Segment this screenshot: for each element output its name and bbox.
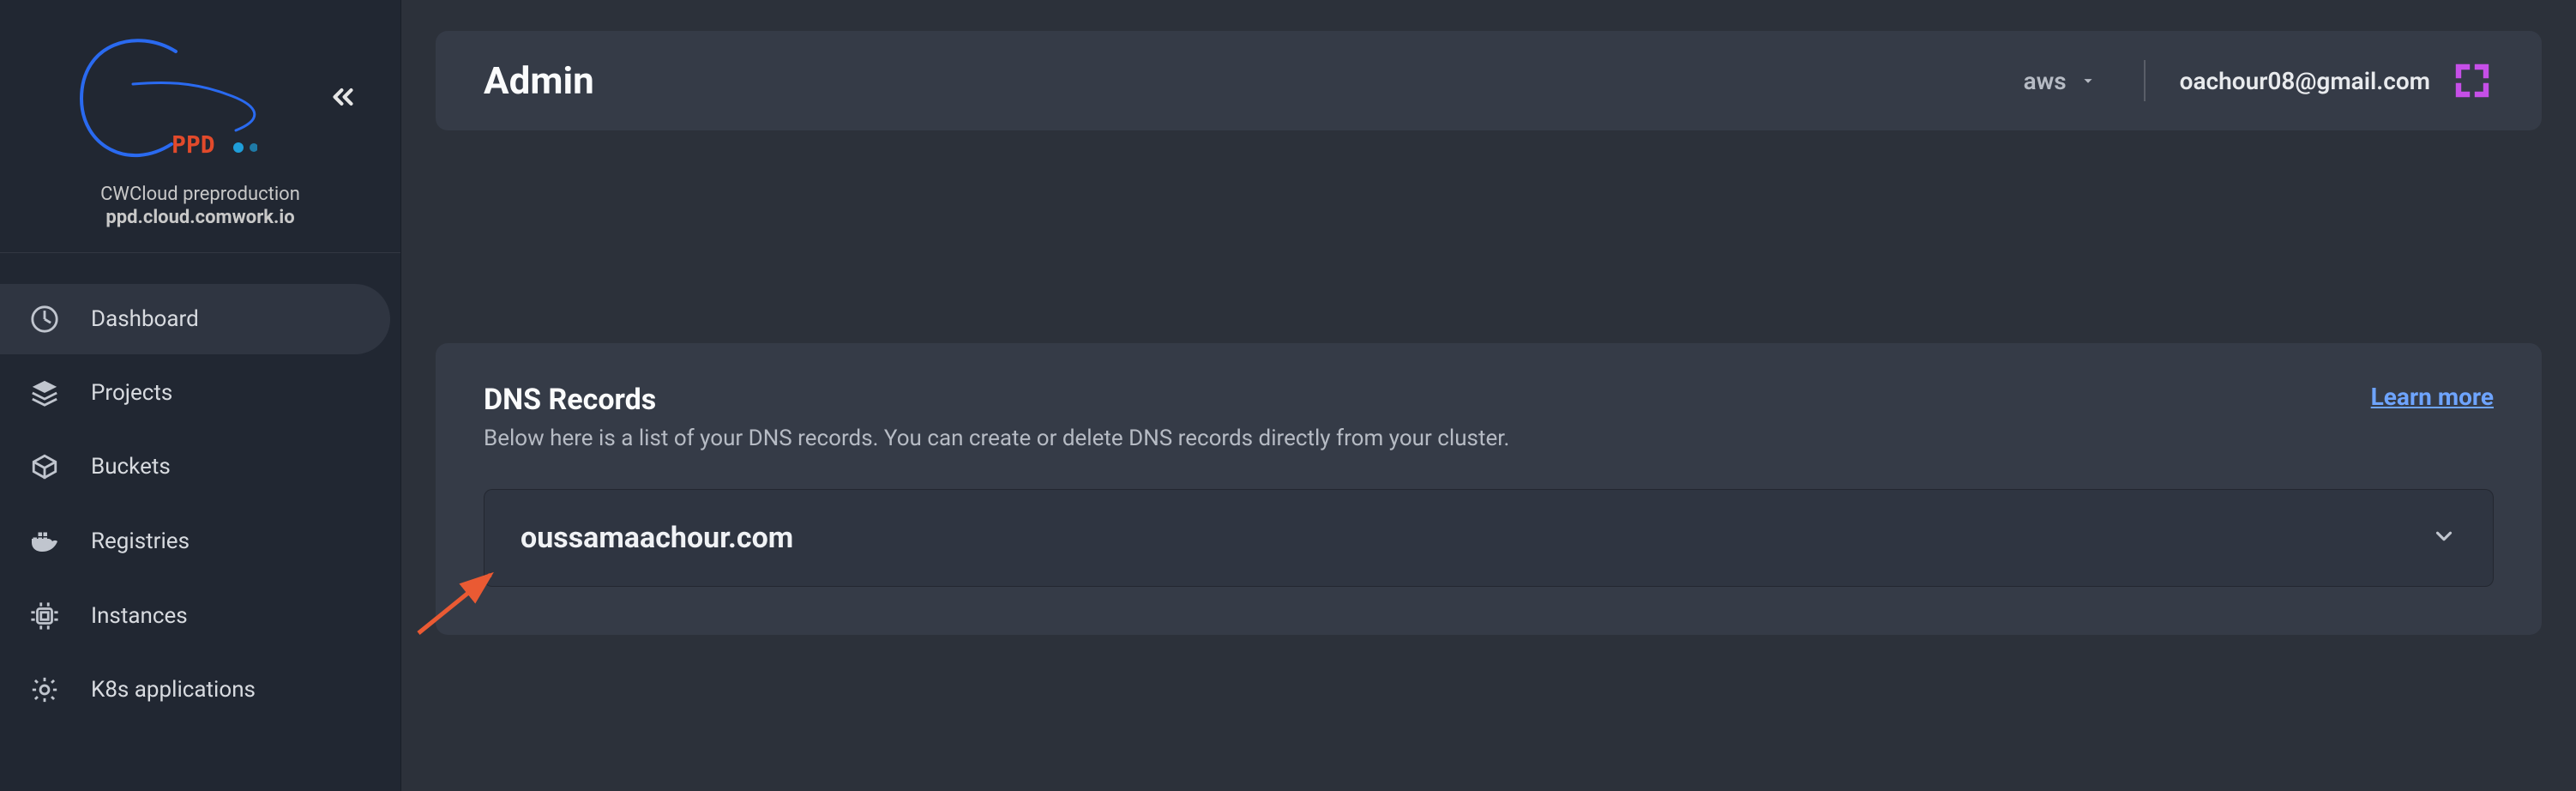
sidebar-item-projects[interactable]: Projects bbox=[0, 358, 390, 428]
env-info: CWCloud preproduction ppd.cloud.comwork.… bbox=[0, 184, 400, 252]
fullscreen-icon[interactable] bbox=[2451, 59, 2494, 102]
dns-zone-accordion[interactable]: oussamaachour.com bbox=[484, 489, 2494, 587]
sidebar-item-k8s-applications[interactable]: K8s applications bbox=[0, 655, 390, 725]
caret-down-icon bbox=[2079, 71, 2098, 90]
panel-title: DNS Records bbox=[484, 383, 1509, 417]
chip-icon bbox=[29, 601, 60, 631]
sidebar-item-label: Registries bbox=[91, 528, 190, 554]
dns-zone-name: oussamaachour.com bbox=[521, 521, 793, 555]
layers-icon bbox=[29, 378, 60, 408]
sidebar-item-label: Dashboard bbox=[91, 306, 199, 332]
topbar-right: aws oachour08@gmail.com bbox=[2012, 58, 2494, 104]
env-title: CWCloud preproduction bbox=[17, 184, 383, 205]
comwork-logo: PPD bbox=[34, 34, 257, 163]
sidebar-top: PPD bbox=[0, 0, 400, 184]
sidebar-item-dashboard[interactable]: Dashboard bbox=[0, 284, 390, 354]
sidebar-item-label: Projects bbox=[91, 380, 172, 406]
dashboard-icon bbox=[29, 305, 60, 334]
docker-icon bbox=[29, 526, 60, 557]
user-email: oachour08@gmail.com bbox=[2180, 67, 2430, 95]
cloud-provider-selector[interactable]: aws bbox=[2012, 58, 2110, 104]
sidebar-item-label: Buckets bbox=[91, 454, 171, 480]
learn-more-link[interactable]: Learn more bbox=[2371, 383, 2494, 411]
sidebar: PPD CWCloud preproduction ppd.cloud.comw… bbox=[0, 0, 401, 791]
sidebar-collapse-button[interactable] bbox=[320, 74, 366, 124]
sidebar-item-registries[interactable]: Registries bbox=[0, 505, 390, 577]
chevrons-left-icon bbox=[327, 81, 359, 113]
main: Admin aws oachour08@gmail.com DNS Record… bbox=[401, 0, 2576, 791]
sidebar-nav: Dashboard Projects Buckets Registries In bbox=[0, 253, 400, 725]
logo[interactable]: PPD bbox=[34, 34, 257, 163]
topbar-divider bbox=[2144, 60, 2146, 101]
svg-text:PPD: PPD bbox=[172, 130, 215, 159]
panel-subtitle: Below here is a list of your DNS records… bbox=[484, 426, 1509, 451]
topbar: Admin aws oachour08@gmail.com bbox=[436, 31, 2542, 130]
sidebar-item-instances[interactable]: Instances bbox=[0, 581, 390, 651]
panel-header: DNS Records Below here is a list of your… bbox=[484, 383, 2494, 451]
gear-icon bbox=[29, 675, 60, 704]
user-block[interactable]: oachour08@gmail.com bbox=[2180, 59, 2494, 102]
chevron-down-icon bbox=[2431, 523, 2457, 552]
panel-titleblock: DNS Records Below here is a list of your… bbox=[484, 383, 1509, 451]
sidebar-item-label: Instances bbox=[91, 603, 188, 629]
dns-records-panel: DNS Records Below here is a list of your… bbox=[436, 343, 2542, 635]
sidebar-item-label: K8s applications bbox=[91, 677, 256, 703]
env-host: ppd.cloud.comwork.io bbox=[17, 207, 383, 228]
sidebar-item-buckets[interactable]: Buckets bbox=[0, 432, 390, 502]
page-title: Admin bbox=[484, 58, 594, 103]
cloud-provider-label: aws bbox=[2024, 67, 2067, 95]
cube-icon bbox=[29, 452, 60, 481]
